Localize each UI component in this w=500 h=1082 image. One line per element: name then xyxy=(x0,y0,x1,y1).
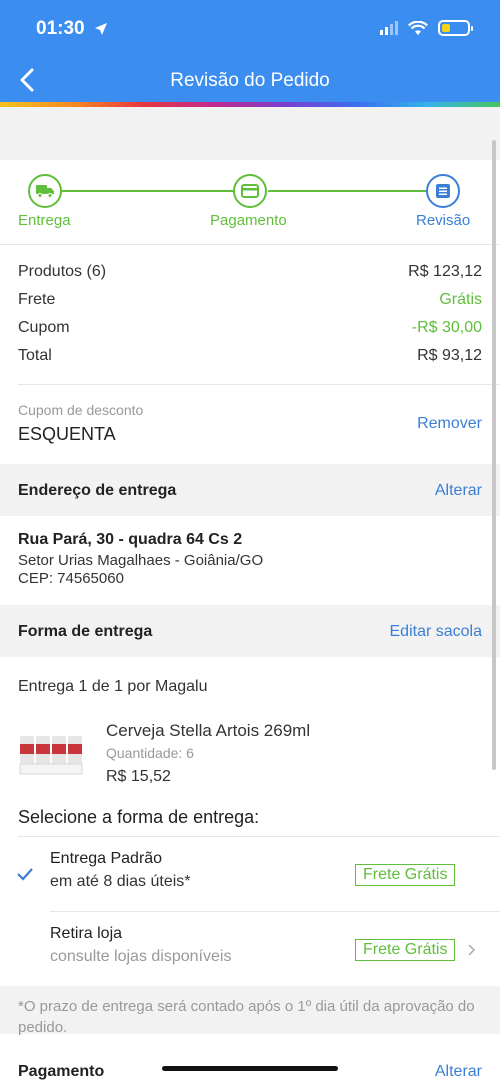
delivery-note: *O prazo de entrega será contado após o … xyxy=(18,998,475,1036)
remove-coupon-link[interactable]: Remover xyxy=(417,415,482,433)
step-payment[interactable] xyxy=(233,174,267,208)
page-title: Revisão do Pedido xyxy=(170,70,330,91)
option-subtitle: consulte lojas disponíveis xyxy=(50,948,232,965)
free-shipping-badge: Frete Grátis xyxy=(355,939,456,961)
edit-bag-link[interactable]: Editar sacola xyxy=(390,623,483,641)
address-line-2: Setor Urias Magalhaes - Goiânia/GO xyxy=(18,552,264,569)
status-time: 01:30 xyxy=(36,18,108,40)
product-name: Cerveja Stella Artois 269ml xyxy=(106,721,311,740)
product-quantity: Quantidade: 6 xyxy=(106,745,194,761)
shipment-seller: por Magalu xyxy=(122,678,208,695)
address-line-3: CEP: 74565060 xyxy=(18,570,124,587)
divider xyxy=(18,384,500,385)
top-spacer xyxy=(0,107,500,160)
list-icon xyxy=(436,184,450,198)
payment-title: Pagamento xyxy=(18,1063,105,1080)
step-label-review: Revisão xyxy=(416,212,471,229)
step-delivery[interactable] xyxy=(28,174,62,208)
products-value: R$ 123,12 xyxy=(408,263,482,280)
free-shipping-badge: Frete Grátis xyxy=(355,864,456,886)
change-address-link[interactable]: Alterar xyxy=(435,482,482,500)
chevron-right-icon xyxy=(468,944,476,956)
signal-icon xyxy=(380,21,398,35)
time-label: 01:30 xyxy=(36,18,85,39)
status-icons xyxy=(380,20,473,36)
option-title: Entrega Padrão xyxy=(50,850,163,867)
step-connector xyxy=(268,190,426,192)
shipping-value: Grátis xyxy=(439,291,482,308)
address-line-1: Rua Pará, 30 - quadra 64 Cs 2 xyxy=(18,531,243,548)
wifi-icon xyxy=(408,20,428,35)
battery-icon xyxy=(438,20,473,36)
delivery-title: Forma de entrega xyxy=(18,623,153,640)
coupon-label: Cupom xyxy=(18,319,70,336)
shipping-label: Frete xyxy=(18,291,56,308)
shipment-info: Entrega 1 de 1 por Magalu xyxy=(18,678,207,696)
step-connector xyxy=(62,190,234,192)
status-bar: 01:30 xyxy=(0,0,500,56)
total-label: Total xyxy=(18,347,52,364)
delivery-option-store-pickup[interactable]: Retira loja consulte lojas disponíveis F… xyxy=(0,912,500,986)
product-price: R$ 15,52 xyxy=(106,768,171,785)
delivery-option-standard[interactable]: Entrega Padrão em até 8 dias úteis* Fret… xyxy=(0,837,500,911)
credit-card-icon xyxy=(241,184,259,198)
products-label: Produtos (6) xyxy=(18,263,107,280)
truck-icon xyxy=(36,185,54,198)
step-review[interactable] xyxy=(426,174,460,208)
scrollbar[interactable] xyxy=(492,140,496,770)
top-app-bar: Revisão do Pedido xyxy=(0,56,500,104)
checkout-stepper: Entrega Pagamento Revisão xyxy=(0,160,500,244)
total-value: R$ 93,12 xyxy=(417,347,482,364)
divider xyxy=(0,244,500,245)
product-image xyxy=(19,736,83,775)
shipment-count: Entrega 1 de 1 xyxy=(18,678,123,695)
location-arrow-icon xyxy=(94,22,107,35)
step-label-payment: Pagamento xyxy=(210,212,287,229)
step-label-delivery: Entrega xyxy=(18,212,71,229)
coupon-field-label: Cupom de desconto xyxy=(18,402,144,418)
coupon-code: ESQUENTA xyxy=(18,424,116,444)
address-title: Endereço de entrega xyxy=(18,482,177,499)
check-icon xyxy=(17,868,33,881)
coupon-value: -R$ 30,00 xyxy=(411,319,482,336)
change-payment-link[interactable]: Alterar xyxy=(435,1063,482,1081)
home-indicator xyxy=(162,1066,338,1071)
option-subtitle: em até 8 dias úteis* xyxy=(50,873,191,890)
option-title: Retira loja xyxy=(50,925,123,942)
select-delivery-title: Selecione a forma de entrega: xyxy=(18,807,260,827)
